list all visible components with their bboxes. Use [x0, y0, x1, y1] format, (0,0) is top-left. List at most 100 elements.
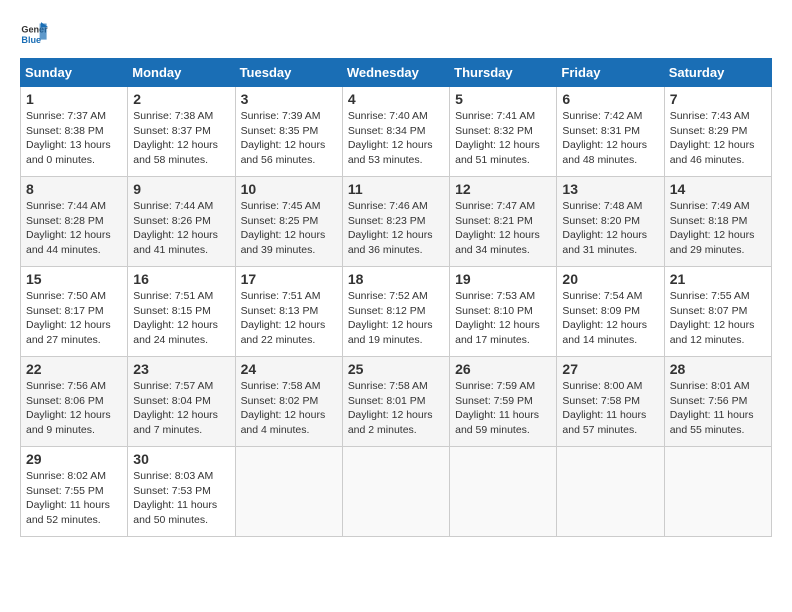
day-info: Sunrise: 7:52 AMSunset: 8:12 PMDaylight:…: [348, 289, 444, 348]
day-number: 21: [670, 271, 766, 287]
calendar-cell: 8 Sunrise: 7:44 AMSunset: 8:28 PMDaylight…: [21, 177, 128, 267]
day-number: 11: [348, 181, 444, 197]
day-info: Sunrise: 7:47 AMSunset: 8:21 PMDaylight:…: [455, 199, 551, 258]
day-info: Sunrise: 7:50 AMSunset: 8:17 PMDaylight:…: [26, 289, 122, 348]
calendar-cell: 19 Sunrise: 7:53 AMSunset: 8:10 PMDayligh…: [450, 267, 557, 357]
day-number: 1: [26, 91, 122, 107]
day-info: Sunrise: 7:59 AMSunset: 7:59 PMDaylight:…: [455, 379, 551, 438]
day-info: Sunrise: 7:48 AMSunset: 8:20 PMDaylight:…: [562, 199, 658, 258]
day-info: Sunrise: 7:57 AMSunset: 8:04 PMDaylight:…: [133, 379, 229, 438]
calendar-cell: 20 Sunrise: 7:54 AMSunset: 8:09 PMDayligh…: [557, 267, 664, 357]
day-info: Sunrise: 7:53 AMSunset: 8:10 PMDaylight:…: [455, 289, 551, 348]
calendar-cell: 1 Sunrise: 7:37 AMSunset: 8:38 PMDaylight…: [21, 87, 128, 177]
day-info: Sunrise: 7:39 AMSunset: 8:35 PMDaylight:…: [241, 109, 337, 168]
weekday-header-saturday: Saturday: [664, 59, 771, 87]
calendar-cell: 15 Sunrise: 7:50 AMSunset: 8:17 PMDayligh…: [21, 267, 128, 357]
day-info: Sunrise: 7:40 AMSunset: 8:34 PMDaylight:…: [348, 109, 444, 168]
calendar-cell: 17 Sunrise: 7:51 AMSunset: 8:13 PMDayligh…: [235, 267, 342, 357]
day-info: Sunrise: 7:56 AMSunset: 8:06 PMDaylight:…: [26, 379, 122, 438]
calendar-cell: 2 Sunrise: 7:38 AMSunset: 8:37 PMDaylight…: [128, 87, 235, 177]
calendar-cell: 9Sunrise: 7:44 AMSunset: 8:26 PMDaylight…: [128, 177, 235, 267]
calendar-week-4: 22 Sunrise: 7:56 AMSunset: 8:06 PMDayligh…: [21, 357, 772, 447]
svg-text:Blue: Blue: [21, 35, 41, 45]
calendar-cell: 13 Sunrise: 7:48 AMSunset: 8:20 PMDayligh…: [557, 177, 664, 267]
day-number: 16: [133, 271, 229, 287]
day-info: Sunrise: 7:58 AMSunset: 8:01 PMDaylight:…: [348, 379, 444, 438]
calendar-cell: 16 Sunrise: 7:51 AMSunset: 8:15 PMDayligh…: [128, 267, 235, 357]
calendar-week-2: 8 Sunrise: 7:44 AMSunset: 8:28 PMDaylight…: [21, 177, 772, 267]
calendar-cell: 10Sunrise: 7:45 AMSunset: 8:25 PMDayligh…: [235, 177, 342, 267]
calendar-cell: 7 Sunrise: 7:43 AMSunset: 8:29 PMDaylight…: [664, 87, 771, 177]
weekday-header-thursday: Thursday: [450, 59, 557, 87]
calendar-cell: 26Sunrise: 7:59 AMSunset: 7:59 PMDayligh…: [450, 357, 557, 447]
calendar-table: SundayMondayTuesdayWednesdayThursdayFrid…: [20, 58, 772, 537]
day-number: 2: [133, 91, 229, 107]
weekday-header-wednesday: Wednesday: [342, 59, 449, 87]
day-info: Sunrise: 7:41 AMSunset: 8:32 PMDaylight:…: [455, 109, 551, 168]
calendar-cell: [235, 447, 342, 537]
day-number: 6: [562, 91, 658, 107]
calendar-cell: 29Sunrise: 8:02 AMSunset: 7:55 PMDayligh…: [21, 447, 128, 537]
day-number: 10: [241, 181, 337, 197]
calendar-cell: 25Sunrise: 7:58 AMSunset: 8:01 PMDayligh…: [342, 357, 449, 447]
weekday-header-row: SundayMondayTuesdayWednesdayThursdayFrid…: [21, 59, 772, 87]
weekday-header-tuesday: Tuesday: [235, 59, 342, 87]
day-number: 17: [241, 271, 337, 287]
calendar-cell: [664, 447, 771, 537]
day-number: 20: [562, 271, 658, 287]
calendar-cell: [450, 447, 557, 537]
calendar-cell: 18 Sunrise: 7:52 AMSunset: 8:12 PMDayligh…: [342, 267, 449, 357]
calendar-cell: 27Sunrise: 8:00 AMSunset: 7:58 PMDayligh…: [557, 357, 664, 447]
calendar-cell: [342, 447, 449, 537]
day-number: 13: [562, 181, 658, 197]
day-number: 29: [26, 451, 122, 467]
day-number: 7: [670, 91, 766, 107]
calendar-cell: 30 Sunrise: 8:03 AMSunset: 7:53 PMDayligh…: [128, 447, 235, 537]
calendar-cell: 14Sunrise: 7:49 AMSunset: 8:18 PMDayligh…: [664, 177, 771, 267]
logo-icon: General Blue: [20, 20, 48, 48]
day-info: Sunrise: 8:00 AMSunset: 7:58 PMDaylight:…: [562, 379, 658, 438]
day-info: Sunrise: 7:44 AMSunset: 8:28 PMDaylight:…: [26, 199, 122, 258]
day-number: 23: [133, 361, 229, 377]
day-number: 22: [26, 361, 122, 377]
day-number: 9: [133, 181, 229, 197]
day-info: Sunrise: 7:51 AMSunset: 8:15 PMDaylight:…: [133, 289, 229, 348]
day-number: 8: [26, 181, 122, 197]
day-info: Sunrise: 7:58 AMSunset: 8:02 PMDaylight:…: [241, 379, 337, 438]
calendar-week-3: 15 Sunrise: 7:50 AMSunset: 8:17 PMDayligh…: [21, 267, 772, 357]
calendar-cell: 12Sunrise: 7:47 AMSunset: 8:21 PMDayligh…: [450, 177, 557, 267]
calendar-cell: 22 Sunrise: 7:56 AMSunset: 8:06 PMDayligh…: [21, 357, 128, 447]
calendar-cell: 6 Sunrise: 7:42 AMSunset: 8:31 PMDaylight…: [557, 87, 664, 177]
day-number: 14: [670, 181, 766, 197]
day-info: Sunrise: 7:37 AMSunset: 8:38 PMDaylight:…: [26, 109, 122, 168]
day-info: Sunrise: 7:55 AMSunset: 8:07 PMDaylight:…: [670, 289, 766, 348]
day-number: 5: [455, 91, 551, 107]
day-number: 15: [26, 271, 122, 287]
calendar-cell: 24 Sunrise: 7:58 AMSunset: 8:02 PMDayligh…: [235, 357, 342, 447]
calendar-cell: 21 Sunrise: 7:55 AMSunset: 8:07 PMDayligh…: [664, 267, 771, 357]
calendar-cell: 5 Sunrise: 7:41 AMSunset: 8:32 PMDaylight…: [450, 87, 557, 177]
calendar-cell: 4Sunrise: 7:40 AMSunset: 8:34 PMDaylight…: [342, 87, 449, 177]
day-info: Sunrise: 7:54 AMSunset: 8:09 PMDaylight:…: [562, 289, 658, 348]
calendar-cell: 11 Sunrise: 7:46 AMSunset: 8:23 PMDayligh…: [342, 177, 449, 267]
calendar-cell: 28 Sunrise: 8:01 AMSunset: 7:56 PMDayligh…: [664, 357, 771, 447]
day-info: Sunrise: 8:03 AMSunset: 7:53 PMDaylight:…: [133, 469, 229, 528]
day-info: Sunrise: 7:51 AMSunset: 8:13 PMDaylight:…: [241, 289, 337, 348]
day-number: 3: [241, 91, 337, 107]
day-info: Sunrise: 7:38 AMSunset: 8:37 PMDaylight:…: [133, 109, 229, 168]
day-info: Sunrise: 7:42 AMSunset: 8:31 PMDaylight:…: [562, 109, 658, 168]
day-number: 28: [670, 361, 766, 377]
day-info: Sunrise: 7:43 AMSunset: 8:29 PMDaylight:…: [670, 109, 766, 168]
day-number: 24: [241, 361, 337, 377]
day-info: Sunrise: 8:01 AMSunset: 7:56 PMDaylight:…: [670, 379, 766, 438]
day-number: 18: [348, 271, 444, 287]
logo: General Blue: [20, 20, 54, 48]
day-info: Sunrise: 7:46 AMSunset: 8:23 PMDaylight:…: [348, 199, 444, 258]
weekday-header-sunday: Sunday: [21, 59, 128, 87]
day-number: 19: [455, 271, 551, 287]
calendar-cell: [557, 447, 664, 537]
page-header: General Blue: [20, 20, 772, 48]
day-number: 30: [133, 451, 229, 467]
calendar-cell: 23 Sunrise: 7:57 AMSunset: 8:04 PMDayligh…: [128, 357, 235, 447]
calendar-week-5: 29Sunrise: 8:02 AMSunset: 7:55 PMDayligh…: [21, 447, 772, 537]
